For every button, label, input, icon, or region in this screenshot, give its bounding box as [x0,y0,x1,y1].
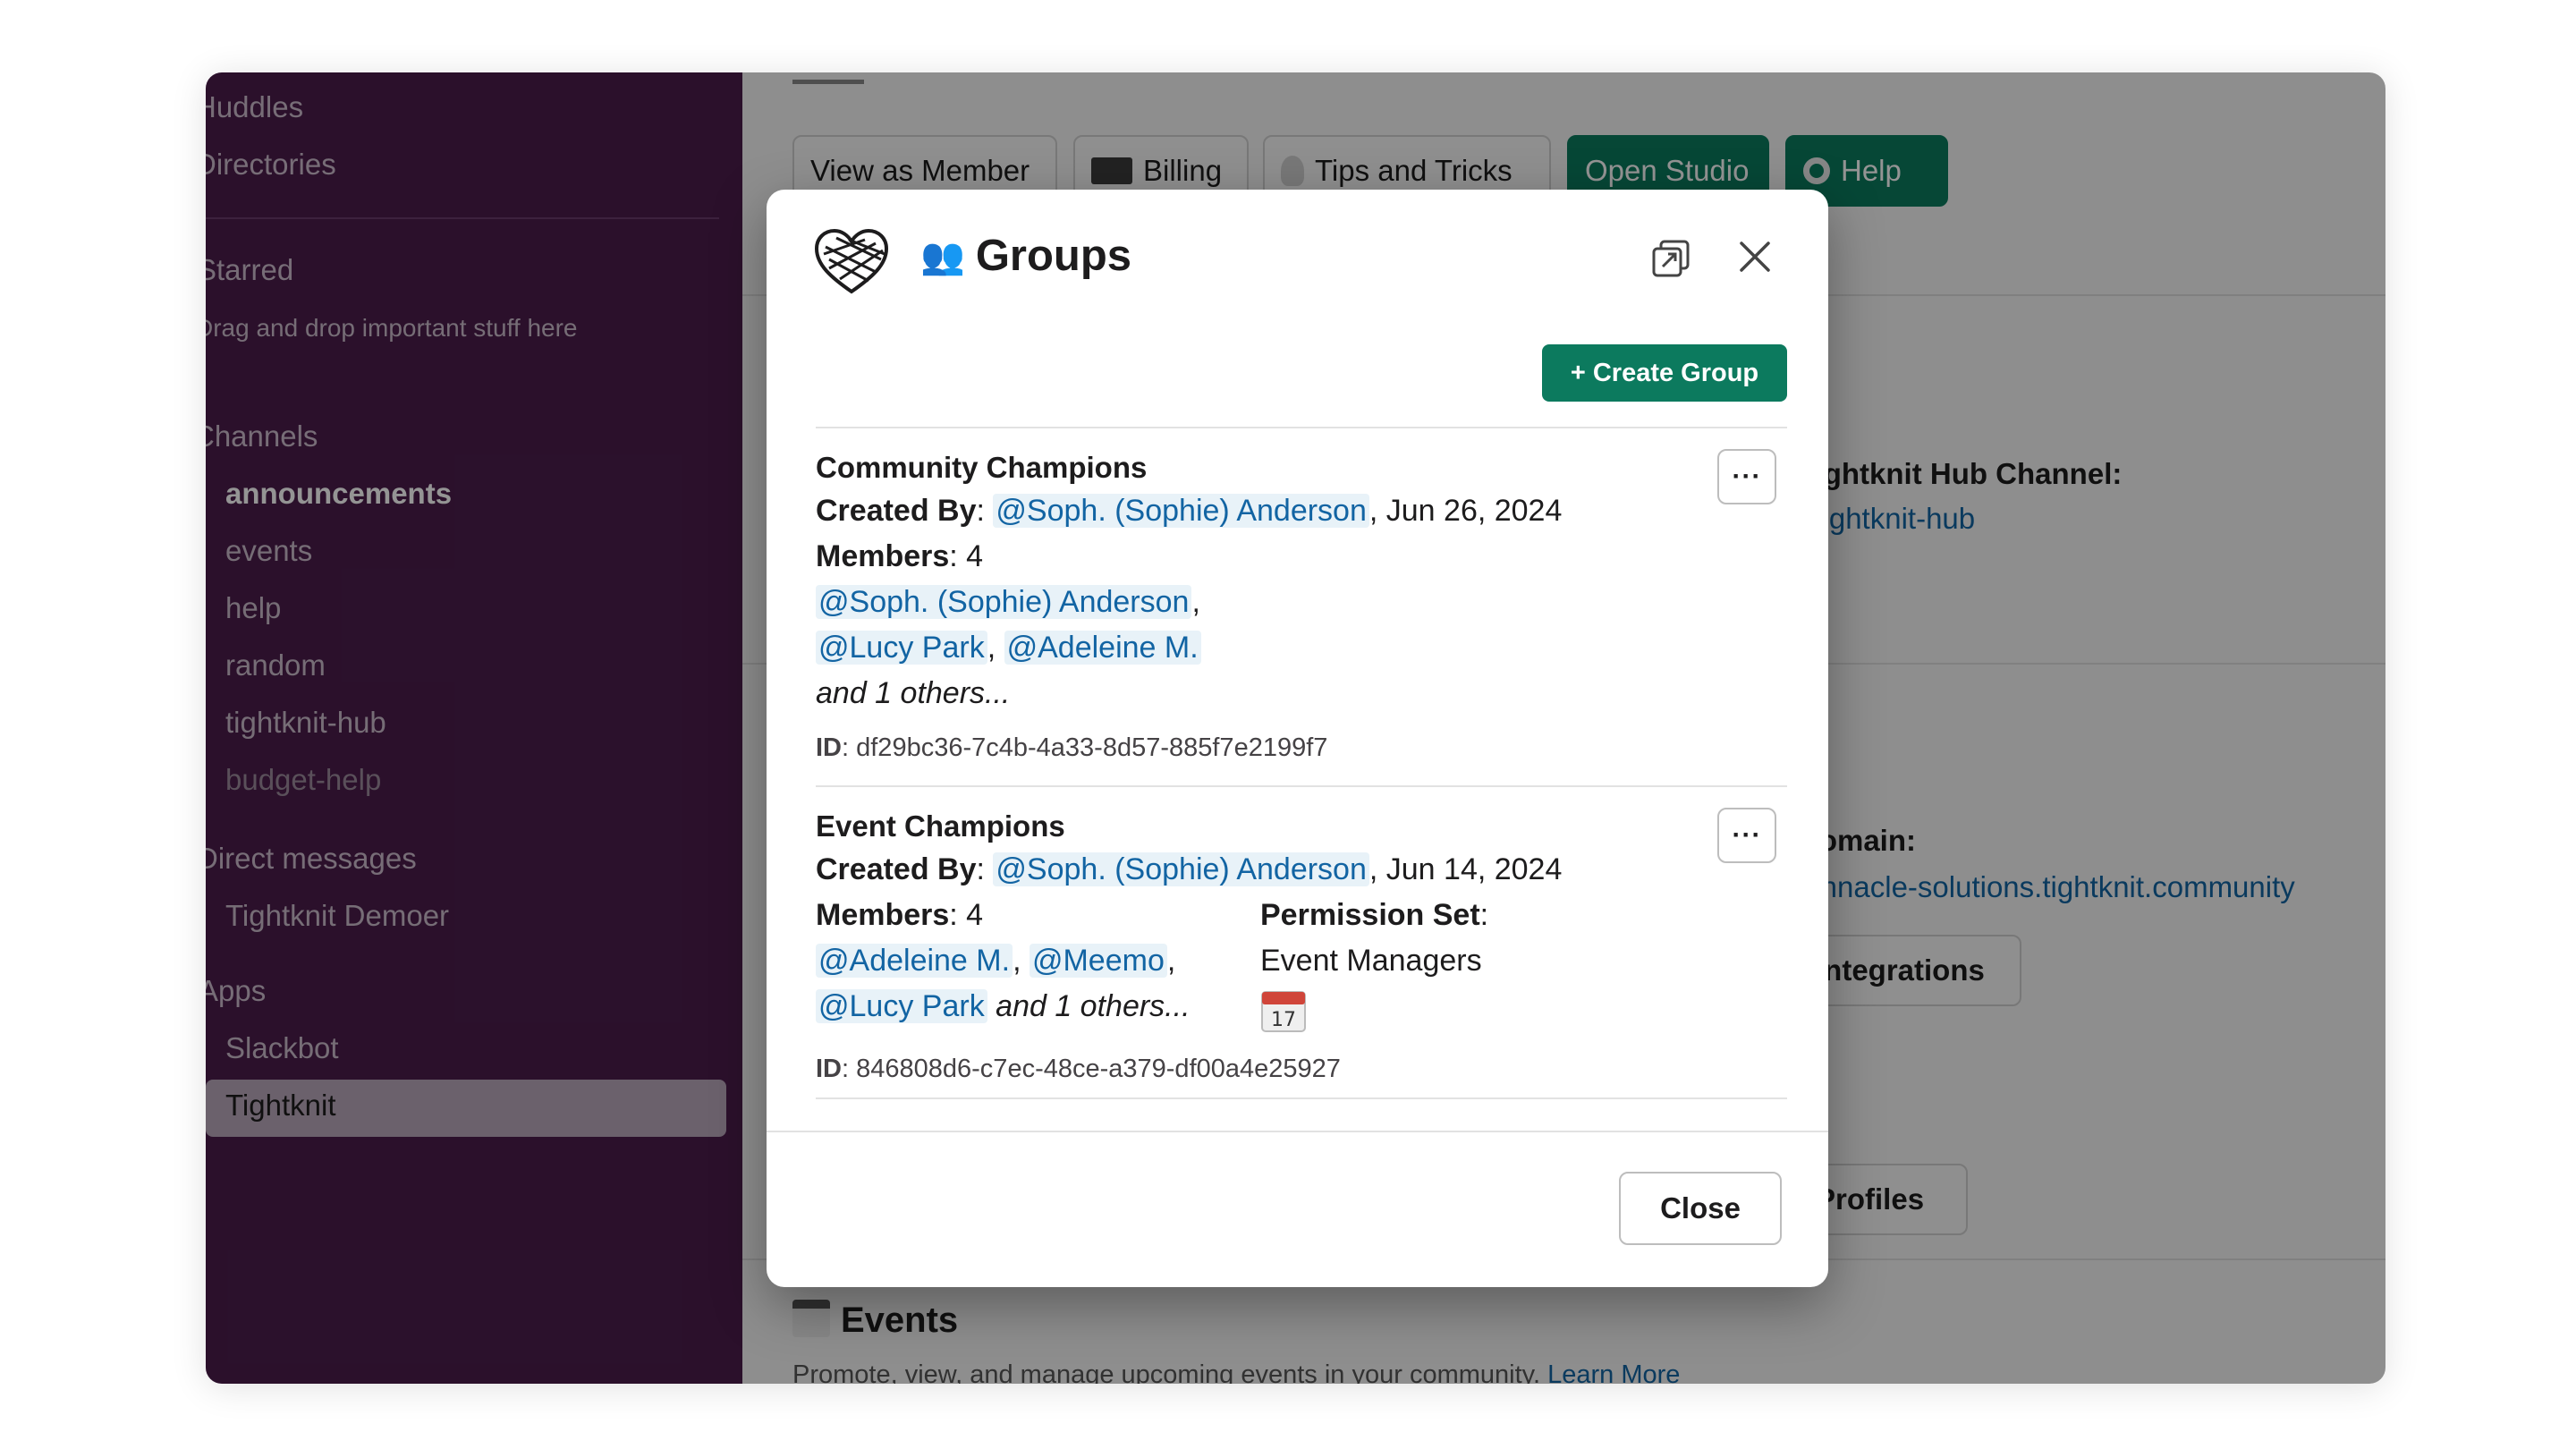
permission-set-value: Event Managers [1260,944,1482,978]
groups-modal: 👥 Groups + Create Group Community Champi… [767,190,1828,1287]
user-mention[interactable]: @Lucy Park [816,989,987,1023]
permission-set-label: Permission Set: [1260,898,1489,932]
calendar-icon: 17 [1261,991,1306,1032]
close-icon[interactable] [1734,236,1775,277]
calendar-day: 17 [1271,1009,1296,1031]
people-icon: 👥 [920,236,965,276]
group-members-list: @Lucy Park, @Adeleine M. [816,631,1201,665]
more-options-button[interactable]: ··· [1717,808,1776,863]
group-name: Community Champions [816,451,1148,484]
user-mention[interactable]: @Soph. (Sophie) Anderson [993,494,1369,528]
group-others: and 1 others... [816,676,1011,710]
group-id: ID: 846808d6-c7ec-48ce-a379-df00a4e25927 [816,1055,1341,1083]
group-created-by: Created By: @Soph. (Sophie) Anderson, Ju… [816,852,1563,886]
group-members-list: @Lucy Park and 1 others... [816,989,1191,1024]
group-name: Event Champions [816,809,1065,843]
user-mention[interactable]: @Soph. (Sophie) Anderson [993,852,1369,886]
group-id: ID: df29bc36-7c4b-4a33-8d57-885f7e2199f7 [816,733,1328,762]
user-mention[interactable]: @Meemo [1029,944,1167,978]
user-mention[interactable]: @Lucy Park [816,631,987,665]
popout-icon[interactable] [1650,238,1691,279]
group-members-list: @Soph. (Sophie) Anderson, [816,585,1200,620]
group-members-count: Members: 4 [816,539,984,573]
user-mention[interactable]: @Adeleine M. [816,944,1013,978]
modal-divider [816,785,1787,787]
group-created-by: Created By: @Soph. (Sophie) Anderson, Ju… [816,494,1563,528]
close-button[interactable]: Close [1619,1172,1782,1245]
user-mention[interactable]: @Soph. (Sophie) Anderson [816,585,1192,619]
create-group-button[interactable]: + Create Group [1542,344,1787,402]
modal-divider [816,427,1787,428]
modal-divider [816,1097,1787,1099]
group-members-count: Members: 4 [816,898,984,932]
group-members-list: @Adeleine M., @Meemo, [816,944,1175,979]
modal-footer-divider [767,1131,1828,1132]
modal-title: 👥 Groups [920,232,1132,280]
heart-logo-icon [814,228,889,294]
more-options-button[interactable]: ··· [1717,449,1776,504]
user-mention[interactable]: @Adeleine M. [1004,631,1201,665]
